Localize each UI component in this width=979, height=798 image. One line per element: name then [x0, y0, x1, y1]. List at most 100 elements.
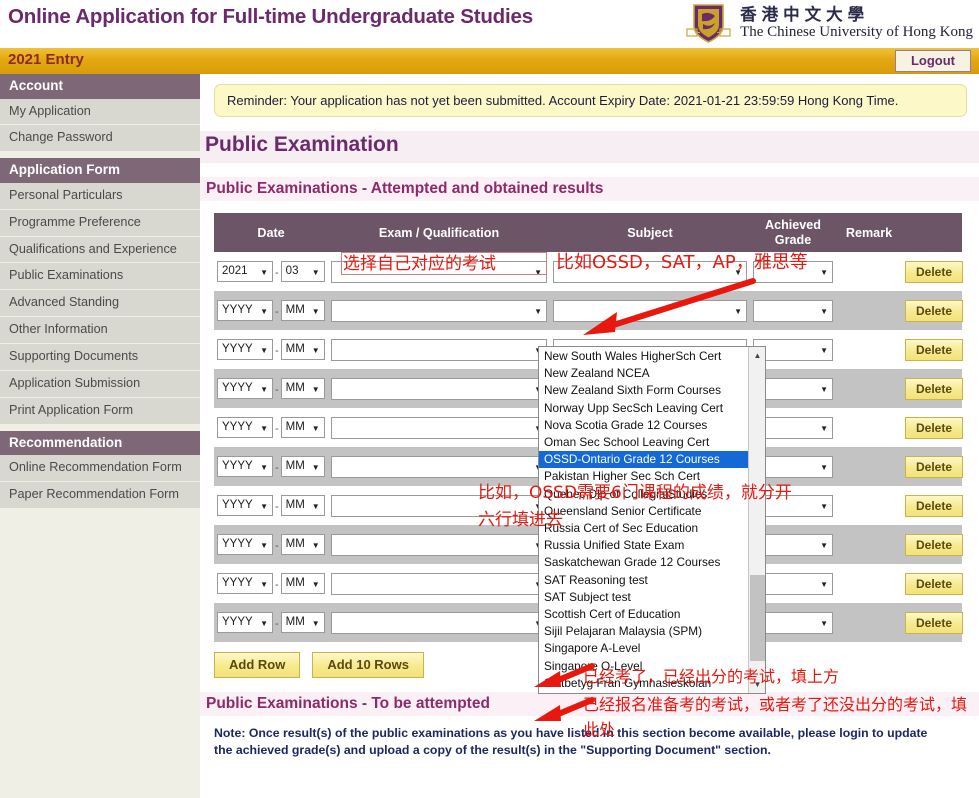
sidebar-item-advanced-standing[interactable]: Advanced Standing	[0, 290, 200, 318]
year-select[interactable]: YYYY ▼	[217, 495, 273, 517]
exam-qualification-select[interactable]: ▼	[331, 494, 547, 517]
year-select[interactable]: YYYY ▼	[217, 300, 273, 322]
body-container: Account My Application Change Password A…	[0, 74, 979, 798]
listbox-option[interactable]: Russia Unified State Exam	[539, 537, 748, 554]
cell-remark	[836, 252, 902, 292]
sidebar-item-application-submission[interactable]: Application Submission	[0, 370, 200, 398]
sidebar-item-public-examinations[interactable]: Public Examinations	[0, 263, 200, 291]
sidebar-item-online-recommendation-form[interactable]: Online Recommendation Form	[0, 455, 200, 483]
listbox-option[interactable]: Singapore O-Level	[539, 658, 748, 675]
listbox-option[interactable]: South Australian Cert of Edu	[539, 692, 748, 693]
delete-row-button[interactable]: Delete	[905, 494, 963, 517]
month-select[interactable]: MM ▼	[280, 339, 325, 361]
exam-qualification-select[interactable]: ▼	[331, 611, 547, 634]
listbox-option[interactable]: Oman Sec School Leaving Cert	[539, 434, 748, 451]
listbox-option[interactable]: Nova Scotia Grade 12 Courses	[539, 417, 748, 434]
listbox-option[interactable]: Norway Upp SecSch Leaving Cert	[539, 400, 748, 417]
column-header-remark: Remark	[836, 213, 902, 253]
chevron-down-icon: ▼	[534, 306, 542, 316]
month-select[interactable]: MM ▼	[280, 495, 325, 517]
delete-row-button[interactable]: Delete	[905, 260, 963, 283]
entry-year-bar: 2021 Entry Logout	[0, 48, 979, 74]
sidebar-item-my-application[interactable]: My Application	[0, 98, 200, 126]
delete-row-button[interactable]: Delete	[905, 611, 963, 634]
delete-row-button[interactable]: Delete	[905, 572, 963, 595]
month-select[interactable]: MM ▼	[280, 378, 325, 400]
listbox-option[interactable]: SAT Subject test	[539, 589, 748, 606]
year-select[interactable]: YYYY ▼	[217, 339, 273, 361]
university-brand: 香港中文大學 The Chinese University of Hong Ko…	[686, 2, 973, 45]
month-select[interactable]: MM ▼	[280, 612, 325, 634]
sidebar-item-supporting-documents[interactable]: Supporting Documents	[0, 344, 200, 371]
chevron-down-icon: ▼	[260, 463, 268, 473]
sidebar-item-paper-recommendation-form[interactable]: Paper Recommendation Form	[0, 482, 200, 509]
chevron-down-icon: ▼	[820, 423, 828, 433]
subject-select[interactable]: ▼	[553, 260, 747, 283]
exam-qualification-select[interactable]: ▼	[331, 260, 547, 283]
year-select[interactable]: YYYY ▼	[217, 612, 273, 634]
subject-select[interactable]: ▼	[553, 299, 747, 322]
year-select[interactable]: YYYY ▼	[217, 378, 273, 400]
sidebar-group-account: Account	[0, 74, 200, 99]
delete-row-button[interactable]: Delete	[905, 377, 963, 400]
achieved-grade-select[interactable]: ▼	[753, 299, 833, 322]
month-select[interactable]: MM ▼	[280, 417, 325, 439]
delete-row-button[interactable]: Delete	[905, 299, 963, 322]
year-select[interactable]: YYYY ▼	[217, 573, 273, 595]
month-select[interactable]: MM ▼	[280, 300, 325, 322]
sidebar-item-personal-particulars[interactable]: Personal Particulars	[0, 182, 200, 210]
delete-row-button[interactable]: Delete	[905, 455, 963, 478]
listbox-option[interactable]: Sijil Pelajaran Malaysia (SPM)	[539, 623, 748, 640]
add-row-button[interactable]: Add Row	[214, 652, 301, 679]
scrollbar-thumb[interactable]	[750, 575, 765, 661]
listbox-option[interactable]: Quebec Dip of CollegialStudies	[539, 486, 748, 503]
add-ten-rows-button[interactable]: Add 10 Rows	[312, 652, 424, 679]
scroll-down-arrow-icon[interactable]: ▼	[749, 676, 765, 693]
logout-button[interactable]: Logout	[895, 50, 971, 72]
delete-row-button[interactable]: Delete	[905, 533, 963, 556]
sidebar-item-programme-preference[interactable]: Programme Preference	[0, 209, 200, 237]
listbox-option[interactable]: New Zealand NCEA	[539, 365, 748, 382]
sidebar-item-qualifications-and-experience[interactable]: Qualifications and Experience	[0, 236, 200, 264]
listbox-option[interactable]: Slutbetyg Fran Gymnasieskolan	[539, 675, 748, 692]
listbox-option[interactable]: New Zealand Sixth Form Courses	[539, 382, 748, 399]
delete-row-button[interactable]: Delete	[905, 416, 963, 439]
exam-qualification-select[interactable]: ▼	[331, 416, 547, 439]
listbox-option[interactable]: OSSD-Ontario Grade 12 Courses	[539, 451, 748, 469]
exam-qualification-select[interactable]: ▼	[331, 377, 547, 400]
cell-remark	[836, 564, 902, 604]
sidebar-item-other-information[interactable]: Other Information	[0, 317, 200, 345]
listbox-option[interactable]: Queensland Senior Certificate	[539, 503, 748, 520]
exam-qualification-select[interactable]: ▼	[331, 572, 547, 595]
sidebar-item-change-password[interactable]: Change Password	[0, 125, 200, 153]
cell-exam: ▼	[328, 291, 550, 331]
year-select[interactable]: YYYY ▼	[217, 417, 273, 439]
listbox-options[interactable]: New South Wales HigherSch Cert New Zealan…	[539, 347, 748, 693]
year-select[interactable]: 2021 ▼	[217, 261, 273, 283]
listbox-scrollbar[interactable]: ▲ ▼	[748, 347, 765, 693]
scroll-up-arrow-icon[interactable]: ▲	[749, 347, 765, 364]
listbox-option[interactable]: Saskatchewan Grade 12 Courses	[539, 554, 748, 571]
listbox-option[interactable]: Russia Cert of Sec Education	[539, 520, 748, 537]
achieved-grade-select[interactable]: ▼	[753, 260, 833, 283]
exam-qualification-select[interactable]: ▼	[331, 533, 547, 556]
sidebar-item-print-application-form[interactable]: Print Application Form	[0, 397, 200, 425]
month-select[interactable]: MM ▼	[280, 534, 325, 556]
listbox-option[interactable]: Pakistan Higher Sec Sch Cert	[539, 468, 748, 485]
month-select[interactable]: 03 ▼	[280, 261, 325, 283]
listbox-option[interactable]: Scottish Cert of Education	[539, 606, 748, 623]
delete-row-button[interactable]: Delete	[905, 338, 963, 361]
listbox-option[interactable]: Singapore A-Level	[539, 640, 748, 657]
exam-qualification-listbox[interactable]: New South Wales HigherSch Cert New Zealan…	[538, 346, 766, 694]
year-select[interactable]: YYYY ▼	[217, 456, 273, 478]
month-select[interactable]: MM ▼	[280, 456, 325, 478]
exam-qualification-select[interactable]: ▼	[331, 455, 547, 478]
year-select[interactable]: YYYY ▼	[217, 534, 273, 556]
reminder-banner: Reminder: Your application has not yet b…	[214, 84, 967, 117]
exam-qualification-select[interactable]: ▼	[331, 299, 547, 322]
listbox-option[interactable]: SAT Reasoning test	[539, 572, 748, 589]
brand-name-chinese: 香港中文大學	[740, 5, 870, 25]
exam-qualification-select[interactable]: ▼	[331, 338, 547, 361]
month-select[interactable]: MM ▼	[280, 573, 325, 595]
listbox-option[interactable]: New South Wales HigherSch Cert	[539, 348, 748, 365]
